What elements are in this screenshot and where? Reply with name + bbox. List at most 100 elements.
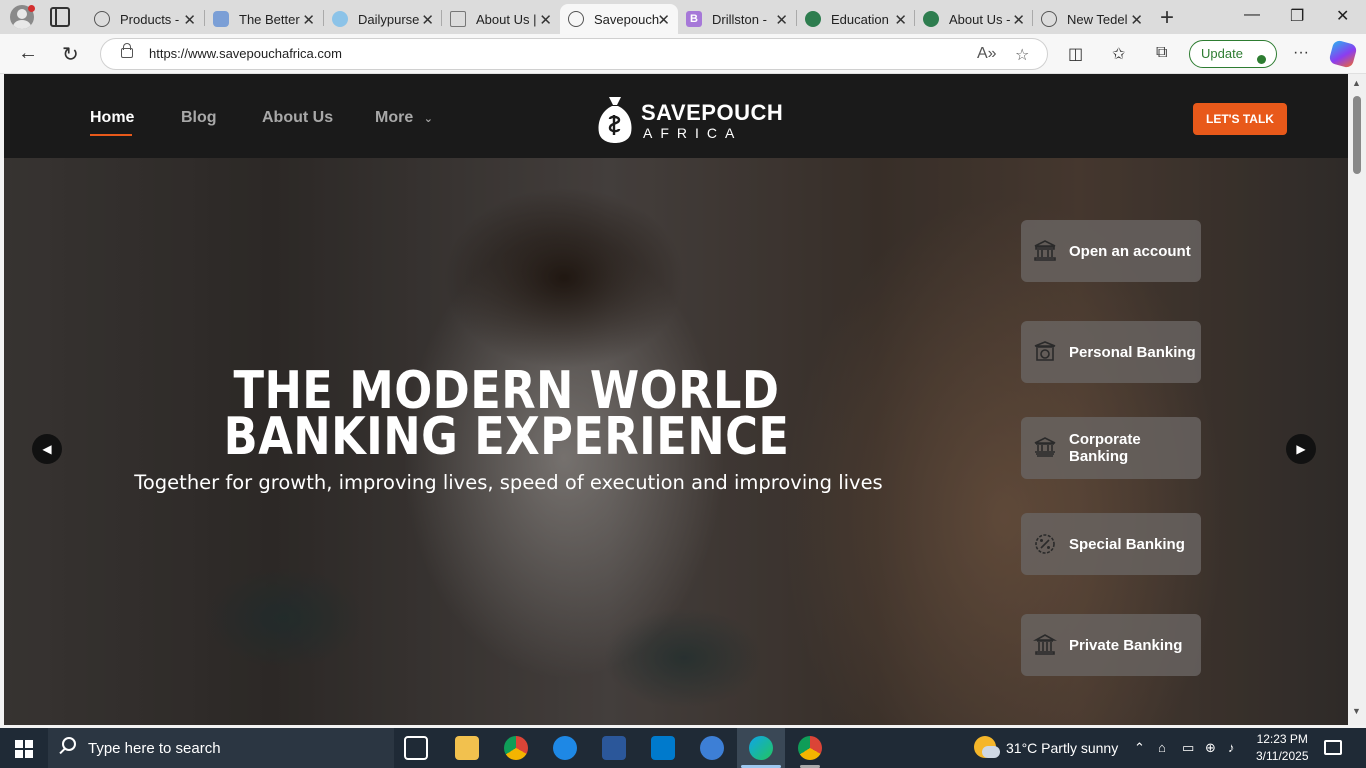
- update-badge-icon: [1257, 55, 1266, 64]
- close-icon[interactable]: ✕: [894, 11, 907, 29]
- notification-center-icon[interactable]: [1324, 740, 1342, 755]
- browser-tab[interactable]: B Drillston - ✕: [678, 4, 796, 34]
- favorite-star-icon[interactable]: ☆: [1015, 45, 1029, 65]
- volume-icon[interactable]: ♪: [1228, 740, 1235, 755]
- service-label: Open an account: [1069, 242, 1191, 260]
- logo-wordmark: SAVEPOUCH: [641, 100, 784, 125]
- site-header: Home Blog About Us More ⌄ SAVEPOUCH AFRI…: [4, 74, 1348, 158]
- chevron-down-icon: ⌄: [423, 113, 433, 125]
- edge-icon[interactable]: [749, 736, 773, 760]
- word-icon[interactable]: [602, 736, 626, 760]
- windows-start-icon[interactable]: [15, 740, 33, 758]
- file-explorer-icon[interactable]: [455, 736, 479, 760]
- chevron-right-icon[interactable]: ▶: [1286, 434, 1316, 464]
- new-tab-icon[interactable]: +: [1160, 4, 1174, 32]
- close-icon[interactable]: ✕: [1012, 11, 1025, 29]
- tab-label: Dailypurse: [358, 11, 420, 27]
- restore-icon[interactable]: ❐: [1290, 6, 1304, 26]
- partly-sunny-icon[interactable]: [974, 736, 1000, 758]
- logo-subtitle: AFRICA: [643, 125, 743, 141]
- page-scrollbar[interactable]: ▲ ▼: [1348, 74, 1366, 725]
- browser-tab[interactable]: About Us | ✕: [442, 4, 560, 34]
- document-icon: [450, 11, 466, 27]
- lets-talk-button[interactable]: LET'S TALK: [1193, 103, 1287, 135]
- back-arrow-icon[interactable]: ←: [18, 42, 38, 65]
- money-bag-icon: [598, 97, 632, 143]
- service-special-banking[interactable]: Special Banking: [1021, 513, 1201, 575]
- url-text[interactable]: https://www.savepouchafrica.com: [149, 46, 342, 61]
- globe-app-icon[interactable]: [700, 736, 724, 760]
- browser-tab[interactable]: New Tedel ✕: [1033, 4, 1151, 34]
- nav-more-label: More: [375, 109, 414, 126]
- refresh-icon[interactable]: ↻: [62, 42, 79, 67]
- scroll-up-icon[interactable]: ▲: [1352, 78, 1361, 88]
- close-icon[interactable]: ✕: [1130, 11, 1143, 29]
- scroll-down-icon[interactable]: ▼: [1352, 706, 1361, 716]
- nav-more[interactable]: More ⌄: [375, 109, 433, 127]
- close-icon[interactable]: ✕: [775, 11, 788, 29]
- favorites-icon[interactable]: ✩: [1112, 44, 1125, 64]
- camera-icon[interactable]: ⌂: [1158, 740, 1166, 755]
- browser-tab-active[interactable]: Savepouch ✕: [560, 4, 678, 34]
- task-view-icon[interactable]: [404, 736, 428, 760]
- chevron-up-icon[interactable]: ⌃: [1134, 740, 1145, 756]
- web-page: Home Blog About Us More ⌄ SAVEPOUCH AFRI…: [4, 74, 1348, 725]
- chevron-left-icon[interactable]: ◀: [32, 434, 62, 464]
- service-private-banking[interactable]: Private Banking: [1021, 614, 1201, 676]
- browser-tab[interactable]: Education ✕: [797, 4, 915, 34]
- minimize-icon[interactable]: —: [1244, 6, 1260, 24]
- site-icon: [805, 11, 821, 27]
- taskbar-search[interactable]: Type here to search: [48, 728, 394, 768]
- window-close-icon[interactable]: ✕: [1336, 6, 1349, 26]
- browser-tab[interactable]: Products - ✕: [86, 4, 204, 34]
- lock-icon[interactable]: [121, 43, 133, 58]
- close-icon[interactable]: ✕: [539, 11, 552, 29]
- site-logo[interactable]: SAVEPOUCH AFRICA: [595, 91, 783, 149]
- close-icon[interactable]: ✕: [421, 11, 434, 29]
- chrome-icon[interactable]: [504, 736, 528, 760]
- site-icon: [332, 11, 348, 27]
- clock-time: 12:23 PM: [1256, 732, 1308, 746]
- service-corporate-banking[interactable]: Corporate Banking: [1021, 417, 1201, 479]
- system-clock[interactable]: 12:23 PM 3/11/2025: [1256, 731, 1309, 765]
- vscode-icon[interactable]: [651, 736, 675, 760]
- tab-label: Education: [831, 11, 889, 27]
- tab-label: About Us -: [949, 11, 1011, 27]
- collections-icon[interactable]: ⧉: [1156, 44, 1167, 62]
- scroll-thumb[interactable]: [1353, 96, 1361, 174]
- edge-dev-icon[interactable]: [553, 736, 577, 760]
- nav-home[interactable]: Home: [90, 109, 134, 127]
- network-icon[interactable]: ⊕: [1205, 740, 1216, 756]
- copilot-icon[interactable]: [1328, 39, 1358, 69]
- taskbar-search-placeholder: Type here to search: [88, 740, 221, 757]
- service-label: Corporate Banking: [1069, 431, 1141, 465]
- service-personal-banking[interactable]: Personal Banking: [1021, 321, 1201, 383]
- more-options-icon[interactable]: ···: [1293, 44, 1309, 62]
- close-icon[interactable]: ✕: [302, 11, 315, 29]
- nav-about-us[interactable]: About Us: [262, 109, 333, 127]
- tab-actions-icon[interactable]: [50, 7, 70, 27]
- close-icon[interactable]: ✕: [657, 11, 670, 29]
- weather-text[interactable]: 31°C Partly sunny: [1006, 740, 1118, 756]
- browser-tab[interactable]: Dailypurse ✕: [324, 4, 442, 34]
- browser-tab[interactable]: About Us - ✕: [915, 4, 1033, 34]
- hero-title: THE MODERN WORLD BANKING EXPERIENCE: [186, 365, 827, 463]
- nav-blog[interactable]: Blog: [181, 109, 217, 127]
- update-button[interactable]: Update: [1189, 40, 1277, 68]
- bank-safe-icon: [1034, 341, 1056, 361]
- split-screen-icon[interactable]: ◫: [1068, 44, 1083, 64]
- service-label: Special Banking: [1069, 535, 1185, 553]
- battery-icon[interactable]: ▭: [1182, 740, 1194, 756]
- service-open-account[interactable]: Open an account: [1021, 220, 1201, 282]
- taskbar: Type here to search 31°C Partly sunny ⌃ …: [0, 728, 1366, 768]
- tab-label: New Tedel: [1067, 11, 1128, 27]
- chrome-profile-icon[interactable]: [798, 736, 822, 760]
- service-label: Personal Banking: [1069, 343, 1196, 361]
- close-icon[interactable]: ✕: [183, 11, 196, 29]
- notification-dot: [28, 5, 35, 12]
- read-aloud-icon[interactable]: A»: [977, 45, 997, 63]
- tab-label: About Us |: [476, 11, 537, 27]
- bank-building-icon: [1034, 240, 1056, 261]
- browser-tab[interactable]: The Better ✕: [205, 4, 323, 34]
- address-bar[interactable]: https://www.savepouchafrica.com A» ☆: [100, 38, 1048, 70]
